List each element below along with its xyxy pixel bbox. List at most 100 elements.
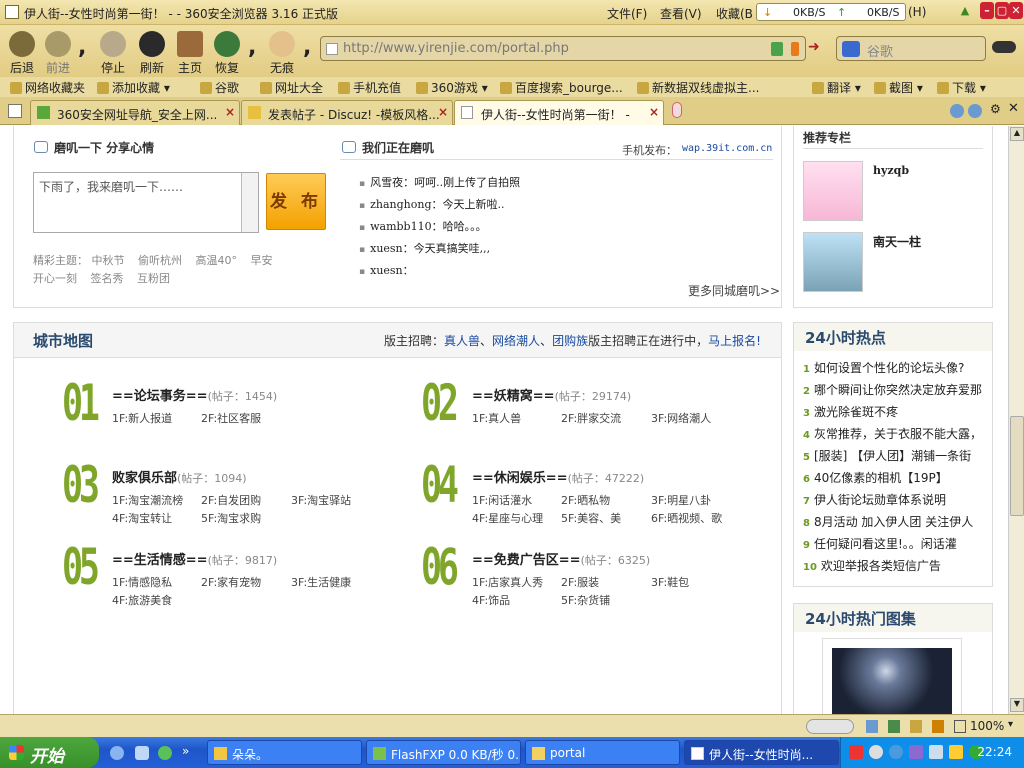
search-input[interactable]: 谷歌 <box>867 41 893 60</box>
subforum-link[interactable]: 5F:美容、美 <box>561 510 621 526</box>
hot-item[interactable]: 9 任何疑问看这里!。。闲话灌 <box>803 535 983 552</box>
recruit-link[interactable]: 真人兽 <box>444 334 480 348</box>
download-button[interactable]: 下载 ▾ <box>937 79 986 96</box>
subforum-link[interactable]: 2F:胖家交流 <box>561 410 621 426</box>
status-icon[interactable] <box>866 720 878 733</box>
close-all-icon[interactable]: ✕ <box>1008 101 1019 116</box>
scroll-down-icon[interactable]: ▼ <box>1010 698 1024 712</box>
topic-link[interactable]: 早安 <box>251 254 273 267</box>
tray-icon[interactable] <box>869 745 883 759</box>
menu-favorites[interactable]: 收藏(B <box>716 5 753 22</box>
taskbar-item[interactable]: FlashFXP 0.0 KB/秒 0... <box>366 740 521 765</box>
topic-link[interactable]: 互粉团 <box>137 272 170 285</box>
tab-360-navigation[interactable]: 360安全网址导航_安全上网... × <box>30 100 240 125</box>
volume-icon[interactable] <box>929 745 943 759</box>
bookmark-item[interactable]: 谷歌 <box>200 79 239 96</box>
toggle-icon[interactable] <box>806 719 854 734</box>
taskbar-item[interactable]: 伊人街--女性时尚... <box>684 740 839 765</box>
tab-left-icon[interactable] <box>950 104 964 118</box>
subforum-link[interactable]: 2F:社区客服 <box>201 410 261 426</box>
security-icon[interactable] <box>791 42 799 56</box>
menu-view[interactable]: 查看(V) <box>660 5 702 22</box>
start-button[interactable]: 开始 <box>0 737 99 768</box>
zoom-level[interactable]: 100% <box>970 719 1004 733</box>
menu-help[interactable]: (H) <box>908 5 926 19</box>
eye-icon[interactable] <box>992 41 1016 53</box>
subforum-link[interactable]: 3F:淘宝驿站 <box>291 492 351 508</box>
scroll-thumb[interactable] <box>1010 416 1024 516</box>
url-text[interactable]: http://www.yirenjie.com/portal.php <box>343 41 569 56</box>
recommend-name[interactable]: 南天一柱 <box>873 233 921 250</box>
bookmark-item[interactable]: 手机充值 <box>338 79 401 96</box>
bookmark-item[interactable]: 添加收藏 ▾ <box>97 79 170 96</box>
topic-link[interactable]: 开心一刻 <box>33 272 77 285</box>
subforum-link[interactable]: 1F:情感隐私 <box>112 574 172 590</box>
subforum-link[interactable]: 1F:店家真人秀 <box>472 574 543 590</box>
forum-title[interactable]: ==免费广告区==(帖子：6325) <box>472 549 650 568</box>
zoom-dropdown-icon[interactable]: ▾ <box>1008 719 1013 730</box>
hot-item[interactable]: 5 [服装] 【伊人团】潮铺一条街 <box>803 447 983 464</box>
avatar[interactable] <box>803 232 863 292</box>
restore-button[interactable]: 恢复 <box>209 29 245 75</box>
stop-button[interactable]: 停止 <box>95 29 131 75</box>
back-button[interactable]: 后退 <box>4 29 40 75</box>
subforum-link[interactable]: 3F:生活健康 <box>291 574 351 590</box>
tab-right-icon[interactable] <box>968 104 982 118</box>
hot-item[interactable]: 4 灰常推荐，关于衣服不能大露， <box>803 425 983 442</box>
quicklaunch-icon[interactable] <box>158 746 172 760</box>
warning-icon[interactable] <box>949 745 963 759</box>
no-trace-button[interactable]: 无痕 <box>264 29 300 75</box>
shield-icon[interactable] <box>771 42 783 56</box>
forum-title[interactable]: ==论坛事务==(帖子：1454) <box>112 385 277 404</box>
hot-item[interactable]: 7 伊人街论坛勋章体系说明 <box>803 491 983 508</box>
mood-textarea[interactable]: 下雨了，我来磨叽一下…… <box>33 172 259 233</box>
shirt-icon[interactable]: ▲ <box>956 2 974 19</box>
quicklaunch-icon[interactable] <box>110 746 124 760</box>
translate-button[interactable]: 翻译 ▾ <box>812 79 861 96</box>
hot-item[interactable]: 1 如何设置个性化的论坛头像? <box>803 359 983 376</box>
topic-link[interactable]: 中秋节 <box>92 254 125 267</box>
status-icon[interactable] <box>910 720 922 733</box>
subforum-link[interactable]: 3F:鞋包 <box>651 574 689 590</box>
bookmark-item[interactable]: 新数据双线虚拟主... <box>637 79 759 96</box>
close-tab-icon[interactable]: × <box>438 105 448 119</box>
taskbar-item[interactable]: 朵朵。 <box>207 740 362 765</box>
apply-link[interactable]: 马上报名! <box>708 334 761 348</box>
menu-file[interactable]: 文件(F) <box>607 5 647 22</box>
subforum-link[interactable]: 1F:淘宝潮流榜 <box>112 492 183 508</box>
subforum-link[interactable]: 6F:晒视频、歌 <box>651 510 722 526</box>
minimize-button[interactable]: – <box>980 2 994 19</box>
tab-menu-icon[interactable]: ⚙ <box>990 102 1001 116</box>
page-scrollbar[interactable]: ▲ ▼ <box>1008 126 1024 714</box>
recommend-name[interactable]: hyzqb <box>873 164 909 177</box>
home-button[interactable]: 主页 <box>172 29 208 75</box>
go-arrow-icon[interactable]: ➜ <box>808 39 820 55</box>
zoom-icon[interactable] <box>954 720 966 733</box>
hot-item[interactable]: 6 40亿像素的相机【19P】 <box>803 469 983 486</box>
subforum-link[interactable]: 3F:网络潮人 <box>651 410 711 426</box>
bookmark-item[interactable]: 360游戏 ▾ <box>416 79 488 96</box>
subforum-link[interactable]: 4F:星座与心理 <box>472 510 543 526</box>
mobile-url-link[interactable]: wap.39it.com.cn <box>682 143 772 154</box>
textarea-scrollbar[interactable] <box>241 173 258 232</box>
topic-link[interactable]: 签名秀 <box>91 272 124 285</box>
topic-link[interactable]: 高温40° <box>196 254 238 267</box>
publish-button[interactable]: 发 布 <box>266 173 326 230</box>
close-button[interactable]: ✕ <box>1009 2 1023 19</box>
subforum-link[interactable]: 4F:饰品 <box>472 592 510 608</box>
status-icon[interactable] <box>888 720 900 733</box>
recruit-link[interactable]: 网络潮人 <box>492 334 540 348</box>
tab-yirenjie[interactable]: 伊人街--女性时尚第一街！ - × <box>454 100 664 125</box>
tray-icon[interactable] <box>849 745 863 759</box>
tray-icon[interactable] <box>909 745 923 759</box>
recruit-link[interactable]: 团购族 <box>552 334 588 348</box>
hot-item[interactable]: 8 8月活动 加入伊人团 关注伊人 <box>803 513 983 530</box>
hot-item[interactable]: 10 欢迎举报各类短信广告 <box>803 557 983 574</box>
address-bar[interactable]: http://www.yirenjie.com/portal.php <box>320 36 806 61</box>
forum-title[interactable]: ==休闲娱乐==(帖子：47222) <box>472 467 644 486</box>
maximize-button[interactable]: ▢ <box>995 2 1009 19</box>
subforum-link[interactable]: 2F:自发团购 <box>201 492 261 508</box>
google-icon[interactable] <box>842 41 860 57</box>
scroll-up-icon[interactable]: ▲ <box>1010 127 1024 141</box>
tab-post-thread[interactable]: 发表帖子 - Discuz! -模板风格... × <box>241 100 453 125</box>
